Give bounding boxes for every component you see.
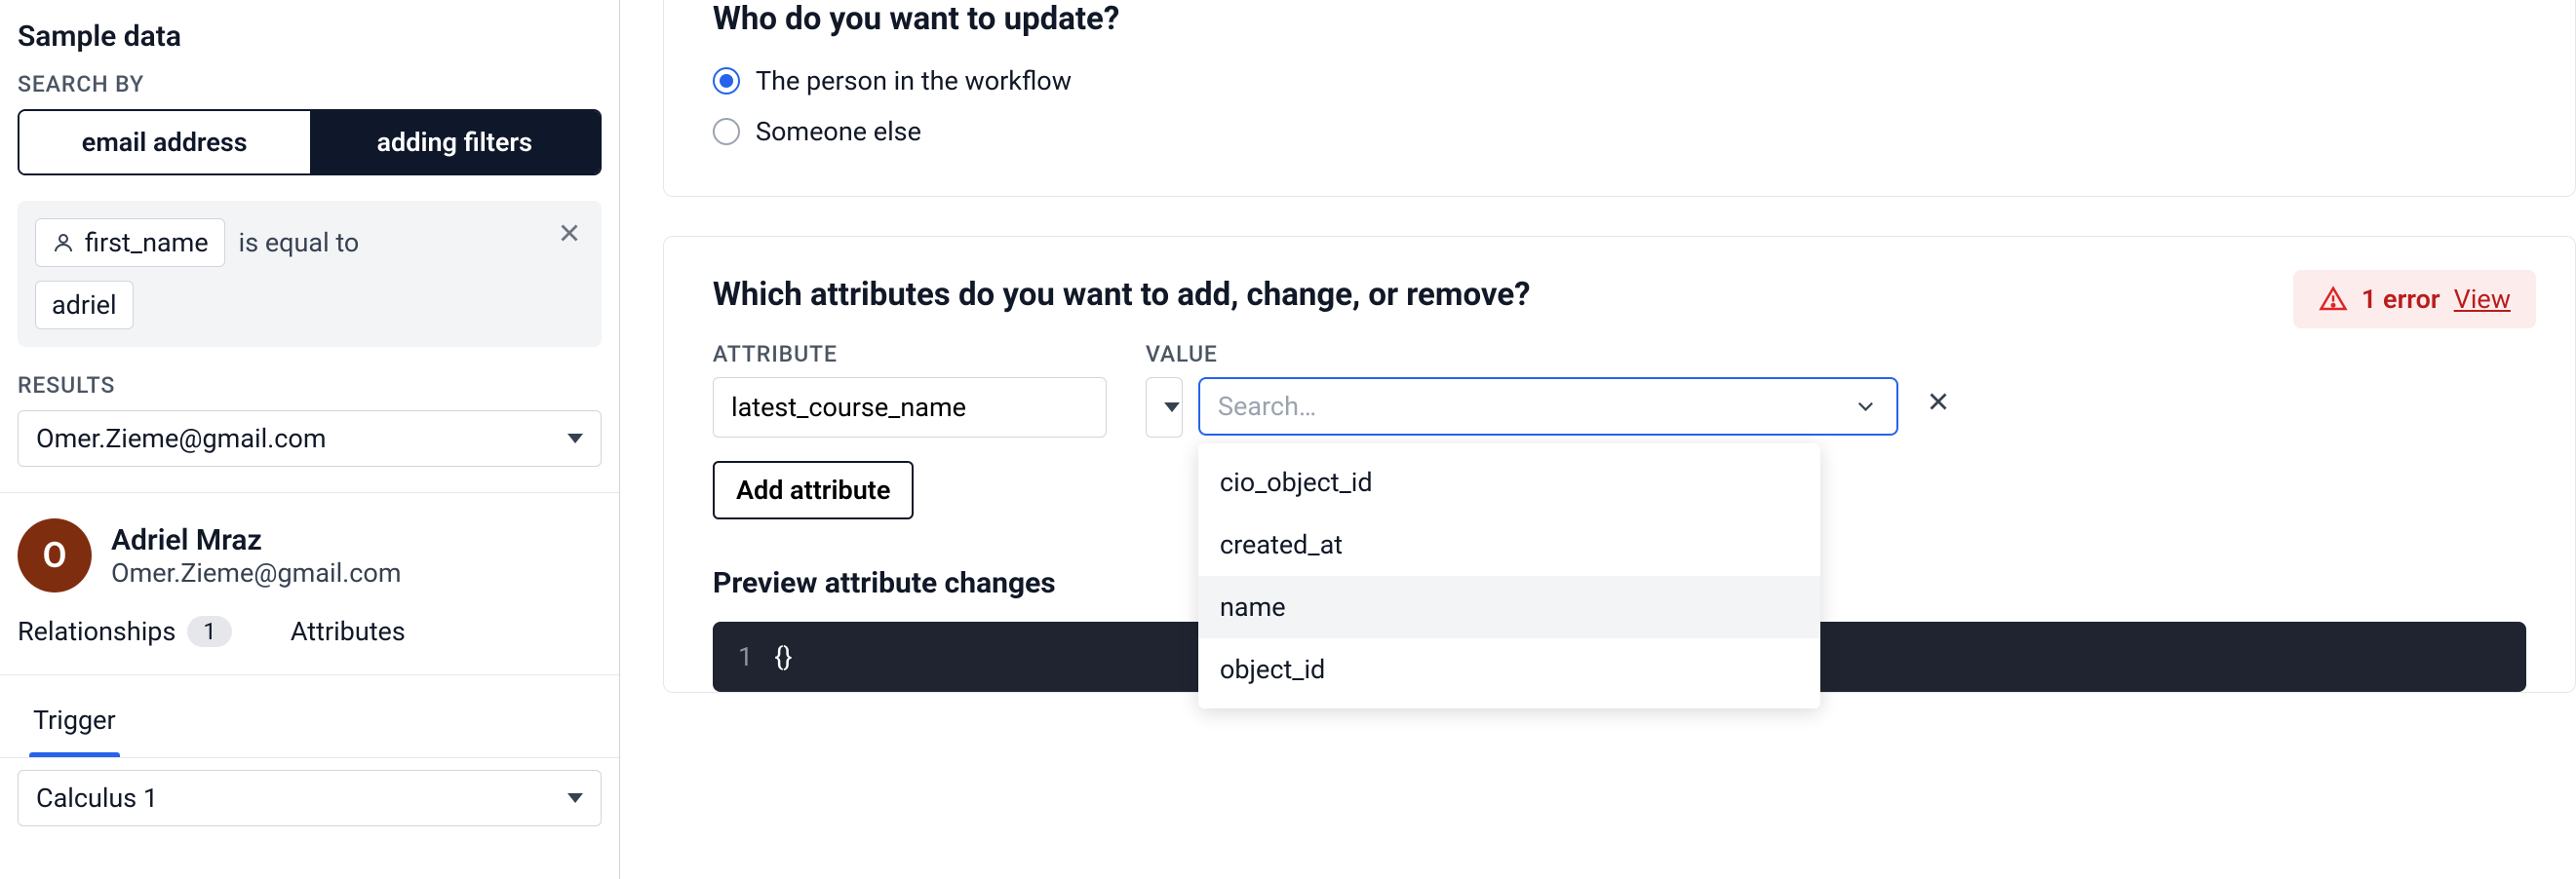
dropdown-item-cio-object-id[interactable]: cio_object_id <box>1198 451 1820 514</box>
tab-relationships-label: Relationships <box>18 616 176 647</box>
code-content: {} <box>774 641 792 672</box>
search-input[interactable] <box>1218 391 1853 422</box>
trigger-object-value: Calculus 1 <box>36 783 158 814</box>
panel-attributes: 1 error View Which attributes do you wan… <box>663 236 2576 693</box>
radio-person-in-workflow[interactable]: The person in the workflow <box>713 65 2526 96</box>
filter-operator: is equal to <box>239 227 360 258</box>
trigger-object-select[interactable]: Calculus 1 <box>18 770 602 826</box>
filter-attribute-label: first_name <box>85 227 209 258</box>
code-line-number: 1 <box>738 641 753 672</box>
error-view-link[interactable]: View <box>2454 284 2511 315</box>
person-card: O Adriel Mraz Omer.Zieme@gmail.com <box>0 492 619 592</box>
chevron-down-icon <box>567 434 583 443</box>
sub-tab-trigger[interactable]: Trigger <box>18 693 132 757</box>
chevron-down-icon <box>1853 393 1879 420</box>
results-label: RESULTS <box>18 372 602 399</box>
attribute-dropdown: cio_object_id created_at name object_id <box>1198 443 1820 708</box>
search-by-toggle: email address adding filters <box>18 109 602 175</box>
who-question: Who do you want to update? <box>713 0 2526 38</box>
remove-attribute-icon[interactable] <box>1914 377 1963 438</box>
error-badge: 1 error View <box>2293 270 2536 328</box>
dropdown-item-created-at[interactable]: created_at <box>1198 514 1820 576</box>
attribute-column-label: ATTRIBUTE <box>713 341 1107 367</box>
sample-data-title: Sample data <box>18 19 602 54</box>
relationships-count-badge: 1 <box>187 616 232 647</box>
person-name: Adriel Mraz <box>111 523 402 557</box>
dropdown-item-name[interactable]: name <box>1198 576 1820 638</box>
avatar: O <box>18 518 92 592</box>
value-type-select[interactable]: Trigger Object Attr… <box>1146 377 1183 438</box>
attributes-question: Which attributes do you want to add, cha… <box>713 276 2526 314</box>
value-column: Trigger Object Attr… cio_object_id creat… <box>1146 377 1885 438</box>
search-by-label: SEARCH BY <box>18 71 602 97</box>
person-email: Omer.Zieme@gmail.com <box>111 557 402 589</box>
filter-condition: first_name is equal to adriel <box>18 201 602 347</box>
toggle-email-address[interactable]: email address <box>20 111 310 173</box>
radio-person-label: The person in the workflow <box>756 65 1072 96</box>
attribute-row: ATTRIBUTE VALUE Trigger Object Attr… <box>713 341 2526 438</box>
person-tabs: Relationships 1 Attributes <box>0 592 619 647</box>
warning-icon <box>2319 285 2348 314</box>
radio-other-label: Someone else <box>756 116 921 147</box>
radio-person-input[interactable] <box>713 67 740 95</box>
remove-filter-icon[interactable] <box>555 218 584 248</box>
tab-attributes-label: Attributes <box>291 616 406 647</box>
chevron-down-icon <box>1164 402 1180 412</box>
filter-value-chip[interactable]: adriel <box>35 281 134 329</box>
filter-attribute-chip[interactable]: first_name <box>35 218 225 267</box>
attribute-name-input[interactable] <box>713 377 1107 438</box>
toggle-adding-filters[interactable]: adding filters <box>310 111 601 173</box>
dropdown-item-object-id[interactable]: object_id <box>1198 638 1820 701</box>
radio-other-input[interactable] <box>713 118 740 145</box>
tab-relationships[interactable]: Relationships 1 <box>18 616 232 647</box>
panel-who-to-update: Who do you want to update? The person in… <box>663 0 2576 197</box>
sidebar: Sample data SEARCH BY email address addi… <box>0 0 620 879</box>
chevron-down-icon <box>567 793 583 803</box>
tab-attributes[interactable]: Attributes <box>291 616 406 647</box>
radio-someone-else[interactable]: Someone else <box>713 116 2526 147</box>
results-select[interactable]: Omer.Zieme@gmail.com <box>18 410 602 467</box>
error-count-text: 1 error <box>2361 284 2440 315</box>
sub-tabs: Trigger <box>0 674 619 757</box>
add-attribute-button[interactable]: Add attribute <box>713 461 914 519</box>
results-selected-value: Omer.Zieme@gmail.com <box>36 423 327 454</box>
value-column-label: VALUE <box>1146 341 1885 367</box>
person-icon <box>52 231 75 254</box>
main-content: Who do you want to update? The person in… <box>620 0 2576 879</box>
attribute-search-input[interactable] <box>1198 377 1898 436</box>
